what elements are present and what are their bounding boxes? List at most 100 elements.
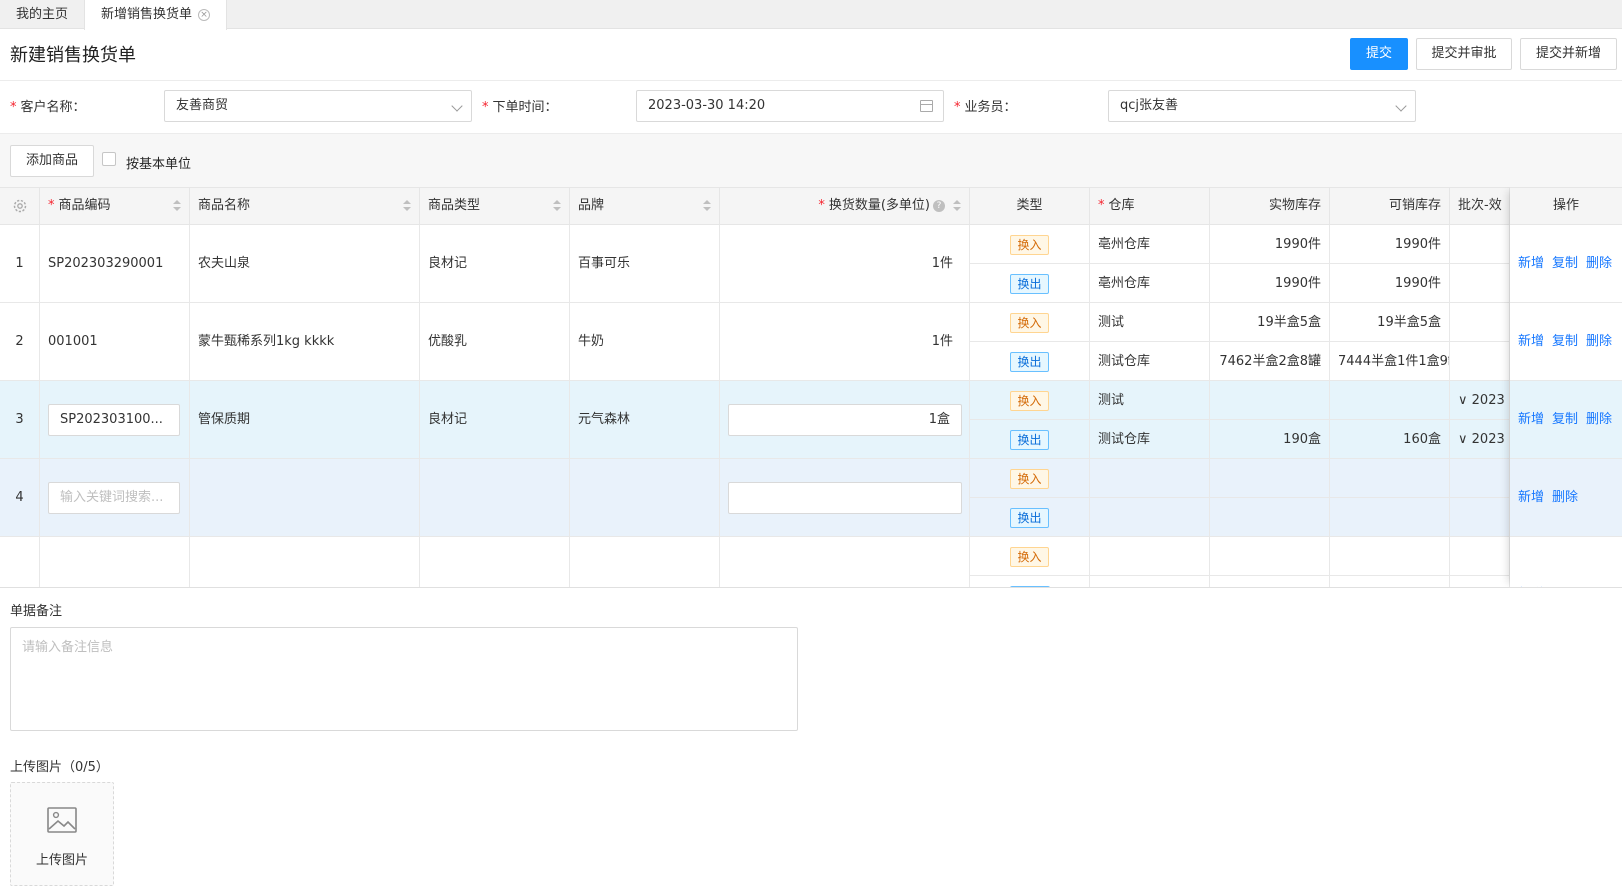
sort-icon[interactable] [953,200,961,212]
warehouse-value: 测试仓库 [1098,354,1151,369]
order-time-picker[interactable]: 2023-03-30 14:20 [636,90,944,122]
physical-value: 19半盒5盒 [1210,303,1329,342]
warehouse-value: 测试 [1090,381,1209,420]
copy-row-button[interactable]: 复制 [1552,412,1578,427]
remark-textarea[interactable]: 请输入备注信息 [10,627,798,731]
physical-value: 1990件 [1210,225,1329,264]
cell-warehouse [1090,537,1210,587]
saleable-value: 19半盒5盒 [1330,303,1449,342]
close-icon[interactable]: × [198,9,211,21]
code-search-input[interactable]: 输入关键词搜索... [48,482,180,514]
warehouse-value: 亳州仓库 [1090,225,1209,264]
saleable-value: 7444半盒1件1盒9罐 [1338,354,1449,369]
saleable-value: 1990件 [1330,225,1449,264]
table-row: 5 换入 [0,537,1622,587]
header-code[interactable]: * 商品编码 [40,187,190,225]
row-actions: 新增 复制 删除 [1510,381,1622,459]
salesman-select[interactable]: qcj张友善 [1108,90,1416,122]
upload-image-button[interactable]: 上传图片 [10,782,114,886]
exchange-in-tag: 换入 [1010,312,1049,333]
submit-button[interactable]: 提交 [1350,38,1408,70]
cell-saleable [1330,459,1450,537]
row-index: 1 [0,225,40,303]
saleable-value [1330,381,1449,420]
sort-icon[interactable] [173,200,181,212]
cell-name: 管保质期 [190,381,420,459]
tab-new-exchange-order[interactable]: 新增销售换货单 × [84,0,228,30]
cell-physical [1210,459,1330,537]
add-row-button[interactable]: 新增 [1518,490,1544,505]
exchange-in-tag: 换入 [1010,234,1049,255]
table-row: 2 001001 蒙牛甄稀系列1kg kkkk 优酸乳 牛奶 1件 换入 换出 … [0,303,1622,381]
base-unit-checkbox[interactable] [102,152,116,166]
copy-row-button[interactable]: 复制 [1552,334,1578,349]
delete-row-button[interactable]: 删除 [1552,490,1578,505]
remark-title: 单据备注 [10,604,63,619]
cell-physical: 190盒 [1210,381,1330,459]
chevron-down-icon: ∨ [1458,432,1472,447]
copy-row-button[interactable]: 复制 [1552,256,1578,271]
order-time-label: * 下单时间： [482,100,558,115]
cell-code [40,537,190,587]
cell-name [190,459,420,537]
cell-saleable: 160盒 [1330,381,1450,459]
cell-brand [570,459,720,537]
header-category[interactable]: 商品类型 [420,187,570,225]
qty-input[interactable]: 1盒 [728,404,962,436]
table-row: 4 输入关键词搜索... 换入 换出 [0,459,1622,537]
row-index: 2 [0,303,40,381]
header-name[interactable]: 商品名称 [190,187,420,225]
cell-qty [720,537,970,587]
goods-table: * 商品编码 商品名称 商品类型 品牌 * 换货数量(多单位)? 类型 * 仓库 实物… [0,187,1622,587]
sort-icon[interactable] [403,200,411,212]
saleable-value: 160盒 [1403,432,1441,447]
batch-select[interactable]: ∨ 2023 [1450,420,1509,459]
upload-label: 上传图片 [35,853,88,868]
exchange-in-tag: 换入 [1010,390,1049,411]
batch-select[interactable]: ∨ 2023 [1450,381,1509,420]
image-icon [47,807,77,833]
sort-icon[interactable] [553,200,561,212]
cell-batch [1450,537,1510,587]
column-settings[interactable] [0,187,40,225]
cell-category [420,537,570,587]
header-brand[interactable]: 品牌 [570,187,720,225]
delete-row-button[interactable]: 删除 [1586,412,1612,427]
header-type: 类型 [970,187,1090,225]
gear-icon [13,199,26,213]
warehouse-value: 测试仓库 [1098,432,1151,447]
add-row-button[interactable]: 新增 [1518,256,1544,271]
add-row-button[interactable]: 新增 [1518,412,1544,427]
header-qty[interactable]: * 换货数量(多单位)? [720,187,970,225]
cell-brand: 百事可乐 [570,225,720,303]
sort-icon[interactable] [703,200,711,212]
cell-qty: 1盒 [720,381,970,459]
cell-name [190,537,420,587]
delete-row-button[interactable]: 删除 [1586,256,1612,271]
submit-approve-button[interactable]: 提交并审批 [1416,38,1512,70]
add-row-button[interactable]: 新增 [1518,334,1544,349]
physical-value: 1990件 [1274,276,1321,291]
cell-code: 001001 [40,303,190,381]
exchange-out-tag: 换出 [1010,351,1049,372]
cell-name: 蒙牛甄稀系列1kg kkkk [190,303,420,381]
customer-select[interactable]: 友善商贸 [164,90,472,122]
header-physical-stock: 实物库存 [1210,187,1330,225]
cell-qty [720,459,970,537]
cell-saleable: 1990件 1990件 [1330,225,1450,303]
qty-input[interactable] [728,482,962,514]
code-input[interactable]: SP202303100... [48,404,180,436]
delete-row-button[interactable]: 删除 [1586,334,1612,349]
row-actions: 新增删除 [1510,459,1622,537]
exchange-in-tag: 换入 [1010,546,1049,567]
divider [0,80,1622,81]
physical-value [1210,381,1329,420]
physical-value: 7462半盒2盒8罐 [1219,354,1321,369]
table-row: 3 SP202303100... 管保质期 良材记 元气森林 1盒 换入 换出 … [0,381,1622,459]
chevron-down-icon [451,100,463,112]
tab-home[interactable]: 我的主页 [0,0,84,29]
add-goods-button[interactable]: 添加商品 [10,145,94,177]
help-icon[interactable]: ? [933,200,945,212]
cell-type: 换入 [970,537,1090,587]
submit-new-button[interactable]: 提交并新增 [1520,38,1617,70]
